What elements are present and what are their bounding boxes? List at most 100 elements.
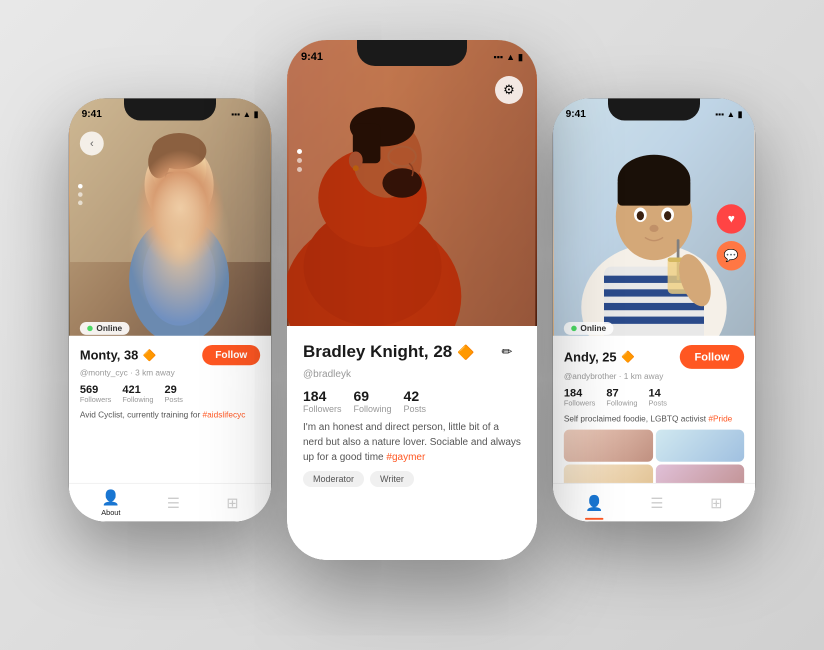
- name-row-left: Monty, 38 🔶 Follow: [80, 345, 260, 365]
- handle-center: @bradleyk: [303, 369, 521, 380]
- followers-num-left: 569: [80, 382, 98, 395]
- stat-following-left: 421 Following: [122, 382, 153, 403]
- online-badge-left: Online: [80, 322, 130, 335]
- followers-label-right: Followers: [564, 399, 595, 407]
- tab-person-left[interactable]: 👤 About: [101, 488, 120, 517]
- online-badge-right: Online: [564, 322, 614, 335]
- hashtag-center: #gaymer: [386, 452, 425, 463]
- posts-label-center: Posts: [404, 404, 427, 414]
- time-center: 9:41: [301, 51, 323, 63]
- posts-num-left: 29: [165, 382, 177, 395]
- notch-right: [608, 98, 700, 120]
- online-dot-left: [87, 325, 93, 331]
- stat-followers-left: 569 Followers: [80, 382, 111, 403]
- bio-center: I'm an honest and direct person, little …: [303, 420, 521, 465]
- hashtag-left: #aidslifecyc: [203, 410, 246, 419]
- tab-person-right[interactable]: 👤: [585, 494, 603, 512]
- verified-icon-right: 🔶: [621, 350, 635, 363]
- following-label-center: Following: [354, 404, 392, 414]
- followers-label-center: Followers: [303, 404, 342, 414]
- back-button-left[interactable]: ‹: [80, 132, 104, 156]
- bottom-tabs-right: 👤 ☰ ⊞: [553, 483, 755, 522]
- bottom-tabs-left: 👤 About ☰ ⊞: [69, 483, 271, 522]
- wifi-left: ▲: [243, 109, 251, 118]
- dot-1-left: [78, 184, 83, 189]
- stats-row-left: 569 Followers 421 Following 29 Posts: [80, 382, 260, 403]
- time-left: 9:41: [82, 109, 102, 120]
- signal-right: ▪▪▪: [715, 109, 724, 118]
- stats-row-center: 184 Followers 69 Following 42 Posts: [303, 388, 521, 414]
- tag-writer: Writer: [370, 471, 414, 487]
- profile-info-right: Andy, 25 🔶 Follow @andybrother · 1 km aw…: [553, 335, 755, 521]
- posts-num-center: 42: [404, 388, 420, 404]
- verified-icon-left: 🔶: [143, 348, 157, 361]
- status-icons-center: ▪▪▪ ▲ ▮: [494, 52, 523, 63]
- bio-right: Self proclaimed foodie, LGBTQ activist #…: [564, 413, 744, 425]
- chat-button-right[interactable]: 💬: [717, 241, 746, 270]
- bio-left: Avid Cyclist, currently training for #ai…: [80, 409, 260, 421]
- stat-posts-center: 42 Posts: [404, 388, 427, 414]
- photo-right: Online ♥ 💬: [553, 98, 755, 343]
- following-num-left: 421: [122, 382, 140, 395]
- heart-button-right[interactable]: ♥: [717, 204, 746, 233]
- wifi-right: ▲: [727, 109, 735, 118]
- hashtag-right: #Pride: [708, 414, 732, 423]
- name-age-right: Andy, 25 🔶: [564, 349, 635, 364]
- profile-info-left: Monty, 38 🔶 Follow @monty_cyc · 3 km awa…: [69, 335, 271, 521]
- profile-info-center: Bradley Knight, 28 🔶 ✏ @bradleyk 184 Fol…: [287, 326, 537, 560]
- posts-num-right: 14: [649, 386, 661, 399]
- tab-grid-left[interactable]: ⊞: [226, 494, 238, 512]
- edit-button-center[interactable]: ✏: [493, 338, 521, 366]
- thumb-2-right: [655, 430, 744, 462]
- followers-num-right: 184: [564, 386, 582, 399]
- stats-row-right: 184 Followers 87 Following 14 Posts: [564, 386, 744, 407]
- time-right: 9:41: [566, 109, 586, 120]
- tab-list-left[interactable]: ☰: [167, 494, 180, 512]
- following-num-right: 87: [606, 386, 618, 399]
- followers-label-left: Followers: [80, 395, 111, 403]
- tags-row-center: Moderator Writer: [303, 471, 521, 487]
- stat-followers-center: 184 Followers: [303, 388, 342, 414]
- tab-grid-right[interactable]: ⊞: [710, 494, 722, 512]
- notch-center: [357, 40, 467, 66]
- photo-center: ⚙: [287, 40, 537, 326]
- notch-left: [124, 98, 216, 120]
- posts-label-right: Posts: [649, 399, 667, 407]
- tag-moderator: Moderator: [303, 471, 364, 487]
- stat-following-center: 69 Following: [354, 388, 392, 414]
- thumb-1-right: [564, 430, 653, 462]
- following-label-left: Following: [122, 395, 153, 403]
- stat-following-right: 87 Following: [606, 386, 637, 407]
- handle-right: @andybrother · 1 km away: [564, 371, 744, 380]
- posts-label-left: Posts: [165, 395, 183, 403]
- handle-left: @monty_cyc · 3 km away: [80, 368, 260, 377]
- status-icons-right: ▪▪▪ ▲ ▮: [715, 109, 742, 119]
- gear-button-center[interactable]: ⚙: [495, 76, 523, 104]
- dot-2-left: [78, 193, 83, 198]
- side-actions-right: ♥ 💬: [717, 204, 746, 270]
- tab-list-right[interactable]: ☰: [650, 494, 663, 512]
- dot-3-left: [78, 201, 83, 206]
- name-row-right: Andy, 25 🔶 Follow: [564, 345, 744, 369]
- stat-posts-right: 14 Posts: [649, 386, 667, 407]
- status-icons-left: ▪▪▪ ▲ ▮: [231, 109, 258, 119]
- signal-left: ▪▪▪: [231, 109, 240, 118]
- battery-right: ▮: [738, 109, 743, 119]
- following-label-right: Following: [606, 399, 637, 407]
- phone-left: 9:41 ▪▪▪ ▲ ▮: [69, 98, 271, 521]
- follow-button-left[interactable]: Follow: [202, 345, 260, 365]
- wifi-center: ▲: [506, 52, 515, 62]
- name-age-center: Bradley Knight, 28 🔶: [303, 342, 475, 362]
- stat-posts-left: 29 Posts: [165, 382, 183, 403]
- signal-center: ▪▪▪: [494, 52, 504, 62]
- online-dot-right: [571, 325, 577, 331]
- battery-center: ▮: [518, 52, 523, 63]
- dots-nav-center: [297, 149, 302, 172]
- tab-active-indicator-right: [585, 517, 603, 519]
- stat-followers-right: 184 Followers: [564, 386, 595, 407]
- photo-left: Online ‹: [69, 98, 271, 343]
- phone-center: 9:41 ▪▪▪ ▲ ▮: [287, 40, 537, 560]
- following-num-center: 69: [354, 388, 370, 404]
- follow-button-right[interactable]: Follow: [680, 345, 744, 369]
- name-row-center: Bradley Knight, 28 🔶 ✏: [303, 338, 521, 366]
